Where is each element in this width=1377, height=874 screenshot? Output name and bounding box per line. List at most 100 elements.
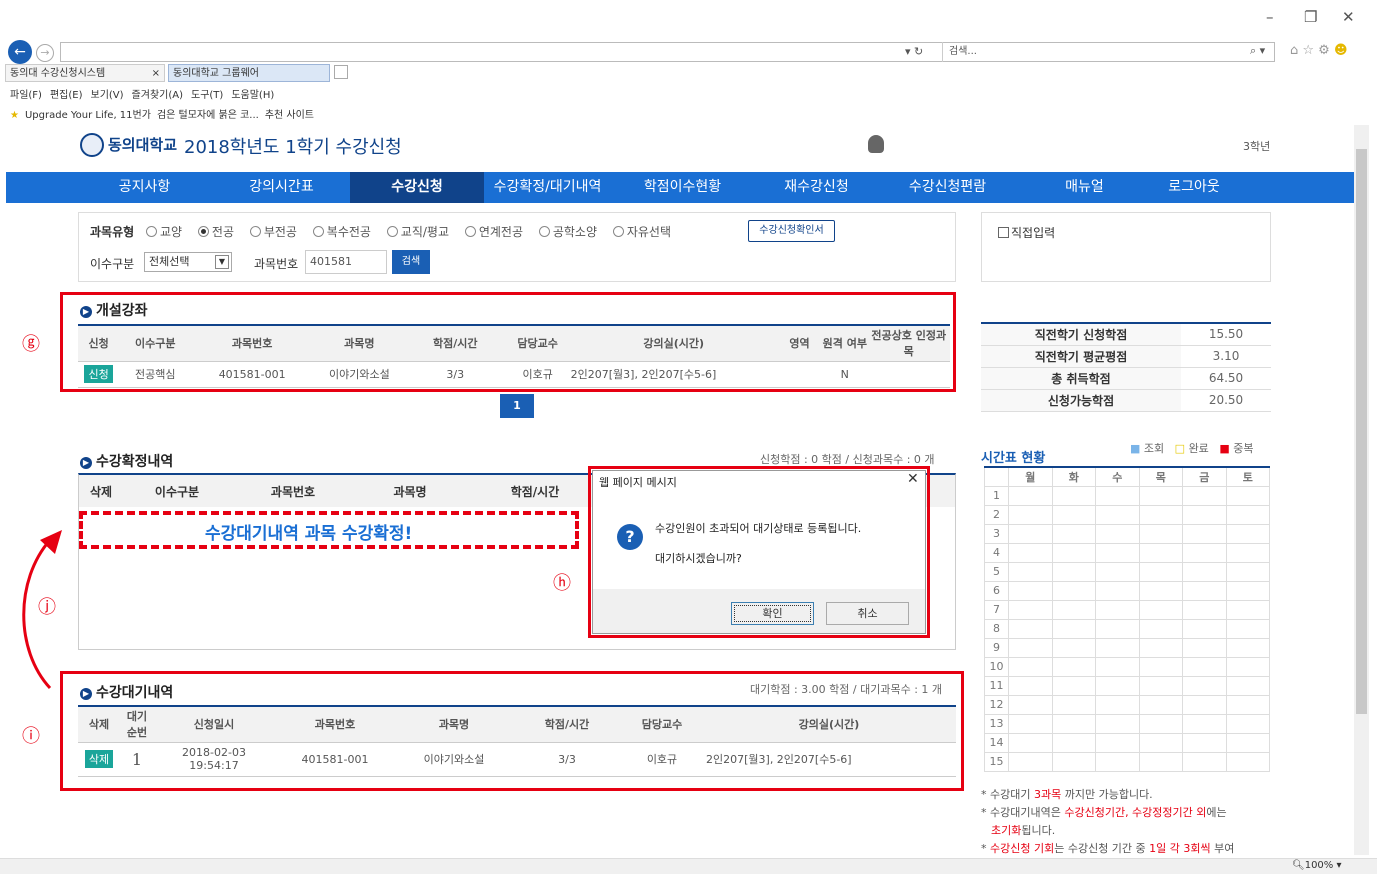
radio-liberal[interactable]: 교양 <box>146 225 182 239</box>
main-nav: 공지사항 강의시간표 수강신청 수강확정/대기내역 학점이수현황 재수강신청 수… <box>6 172 1354 203</box>
nav-timetable[interactable]: 강의시간표 <box>213 172 350 203</box>
pagination-page-1[interactable]: 1 <box>500 394 534 418</box>
stat-row: 직전학기 신청학점 15.50 <box>981 323 1271 346</box>
stat-row: 총 취득학점 64.50 <box>981 367 1271 390</box>
confirmed-title: ▶ 수강확정내역 <box>80 451 173 471</box>
stat-row: 직전학기 평균평점 3.10 <box>981 345 1271 368</box>
table-row: 신청 전공핵심 401581-001 이야기와소설 3/3 이호규 2인207[… <box>78 361 950 387</box>
close-icon[interactable]: ✕ <box>1342 8 1355 26</box>
col-code: 과목번호 <box>231 337 273 351</box>
search-icon[interactable]: ⌕ ▾ <box>1250 44 1265 58</box>
nav-handbook[interactable]: 수강신청편람 <box>879 172 1016 203</box>
marker-g: ⓖ <box>22 334 40 355</box>
fav-link-1[interactable]: Upgrade Your Life, 11번가 <box>25 110 151 121</box>
tab-groupware[interactable]: 동의대학교 그룹웨어 <box>168 64 330 82</box>
ok-button[interactable]: 확인 <box>731 602 814 625</box>
radio-minor[interactable]: 부전공 <box>249 225 297 239</box>
confirm-certificate-button[interactable]: 수강신청확인서 <box>748 220 835 242</box>
radio-engineering[interactable]: 공학소양 <box>538 225 597 239</box>
radio-teaching[interactable]: 교직/평교 <box>386 225 449 239</box>
grade-label: 3학년 <box>1243 140 1271 153</box>
user-avatar-icon <box>868 135 884 153</box>
col-prof: 담당교수 <box>517 337 558 351</box>
university-logo-icon <box>80 133 104 157</box>
question-icon: ? <box>617 524 643 550</box>
timetable-legend: ■ 조회 □ 완료 ■ 중복 <box>1130 442 1254 455</box>
forward-icon[interactable]: → <box>36 44 54 62</box>
course-code-input[interactable]: 401581 <box>305 250 387 274</box>
dialog-message-2: 대기하시겠습니까? <box>655 552 742 565</box>
page-title: 2018학년도 1학기 수강신청 <box>184 137 402 158</box>
search-button[interactable]: 검색 <box>392 250 430 274</box>
col-room: 강의실(시간) <box>643 337 705 351</box>
scrollbar[interactable] <box>1354 125 1369 855</box>
fav-star-icon[interactable]: ★ <box>10 110 19 121</box>
delete-button[interactable]: 삭제 <box>84 750 114 768</box>
menu-tools[interactable]: 도구(T) <box>191 90 223 101</box>
course-type-row: 과목유형 교양 전공 부전공 복수전공 교직/평교 연계전공 공학소양 자유선택 <box>90 223 671 240</box>
radio-linked[interactable]: 연계전공 <box>464 225 523 239</box>
menu-file[interactable]: 파일(F) <box>10 90 42 101</box>
apply-button[interactable]: 신청 <box>84 365 113 383</box>
university-name: 동의대학교 <box>108 136 178 154</box>
status-bar <box>0 858 1377 874</box>
menu-edit[interactable]: 편집(E) <box>50 90 83 101</box>
marker-h: ⓗ <box>553 573 571 594</box>
radio-free[interactable]: 자유선택 <box>612 225 671 239</box>
table-row: 삭제 1 2018-02-03 19:54:17 401581-001 이야기와소… <box>78 742 956 776</box>
radio-major[interactable]: 전공 <box>197 225 234 239</box>
menu-view[interactable]: 보기(V) <box>91 90 124 101</box>
dialog-message-1: 수강인원이 초과되어 대기상태로 등록됩니다. <box>655 522 862 535</box>
restore-icon[interactable]: ❐ <box>1304 8 1317 26</box>
fav-link-2[interactable]: 검은 털모자에 붉은 코... <box>157 110 259 121</box>
col-division: 이수구분 <box>135 337 176 351</box>
menu-help[interactable]: 도움말(H) <box>231 90 274 101</box>
nav-notice[interactable]: 공지사항 <box>76 172 213 203</box>
radio-double-major[interactable]: 복수전공 <box>312 225 371 239</box>
col-mutual: 전공상호 인정과목 <box>871 329 947 359</box>
open-courses-table: 신청 이수구분 과목번호 과목명 학점/시간 담당교수 강의실(시간) 영역 원… <box>78 324 950 388</box>
minimize-icon[interactable]: – <box>1266 8 1274 26</box>
credit-stats-table: 직전학기 신청학점 15.50 직전학기 평균평점 3.10 총 취득학점 64.50… <box>981 322 1271 412</box>
fav-link-3[interactable]: 추천 사이트 <box>265 110 314 121</box>
nav-confirm[interactable]: 수강확정/대기내역 <box>484 172 611 203</box>
marker-i: ⓘ <box>22 726 40 747</box>
confirmed-summary: 신청학점 : 0 학점 / 신청과목수 : 0 개 <box>760 453 935 466</box>
search-box[interactable]: 검색... <box>942 42 1282 62</box>
stat-row: 신청가능학점 20.50 <box>981 389 1271 412</box>
col-area: 영역 <box>789 337 810 351</box>
course-type-label: 과목유형 <box>90 225 135 239</box>
arrow-up-icon <box>22 530 62 690</box>
col-name: 과목명 <box>344 337 375 351</box>
nav-register[interactable]: 수강신청 <box>350 172 484 203</box>
nav-logout[interactable]: 로그아웃 <box>1153 172 1235 203</box>
direct-input-panel <box>981 212 1271 282</box>
zoom-level[interactable]: 🔍︎100% ▾ <box>1292 860 1342 871</box>
nav-retake[interactable]: 재수강신청 <box>754 172 879 203</box>
nav-credits[interactable]: 학점이수현황 <box>611 172 754 203</box>
chevron-down-icon: ▼ <box>215 255 229 269</box>
col-remote: 원격 여부 <box>822 337 867 351</box>
division-select[interactable]: 전체선택 ▼ <box>144 252 232 272</box>
menu-favorites[interactable]: 즐겨찾기(A) <box>132 90 183 101</box>
refresh-icon[interactable]: ▾ ↻ <box>905 45 923 58</box>
direct-input-checkbox[interactable]: 직접입력 <box>998 224 1055 241</box>
col-credit: 학점/시간 <box>432 337 478 351</box>
nav-manual[interactable]: 매뉴얼 <box>1016 172 1153 203</box>
open-courses-title: ▶ 개설강좌 <box>80 300 148 320</box>
dialog-close-icon[interactable]: ✕ <box>907 471 919 487</box>
cancel-button[interactable]: 취소 <box>826 602 909 625</box>
back-icon[interactable]: ← <box>8 40 32 64</box>
notes: * 수강대기 3과목 까지만 가능합니다. * 수강대기내역은 수강신청기간, … <box>981 788 1235 855</box>
new-tab-icon[interactable] <box>334 65 348 79</box>
waiting-summary: 대기학점 : 3.00 학점 / 대기과목수 : 1 개 <box>750 683 943 696</box>
confirm-overlay-text: 수강대기내역 과목 수강확정! <box>205 524 413 544</box>
dialog-title: 웹 페이지 메시지 <box>599 476 677 489</box>
col-apply: 신청 <box>88 337 109 351</box>
code-label: 과목번호 <box>254 257 299 271</box>
tab-sugang[interactable]: 동의대 수강신청시스템 × <box>5 64 165 82</box>
home-icon[interactable]: ⌂ ☆ ⚙ ☻ <box>1290 43 1348 58</box>
waiting-table: 삭제 대기 순번 신청일시 과목번호 과목명 학점/시간 담당교수 강의실(시간… <box>78 705 956 777</box>
division-label: 이수구분 <box>90 257 135 271</box>
waiting-title: ▶ 수강대기내역 <box>80 682 173 702</box>
